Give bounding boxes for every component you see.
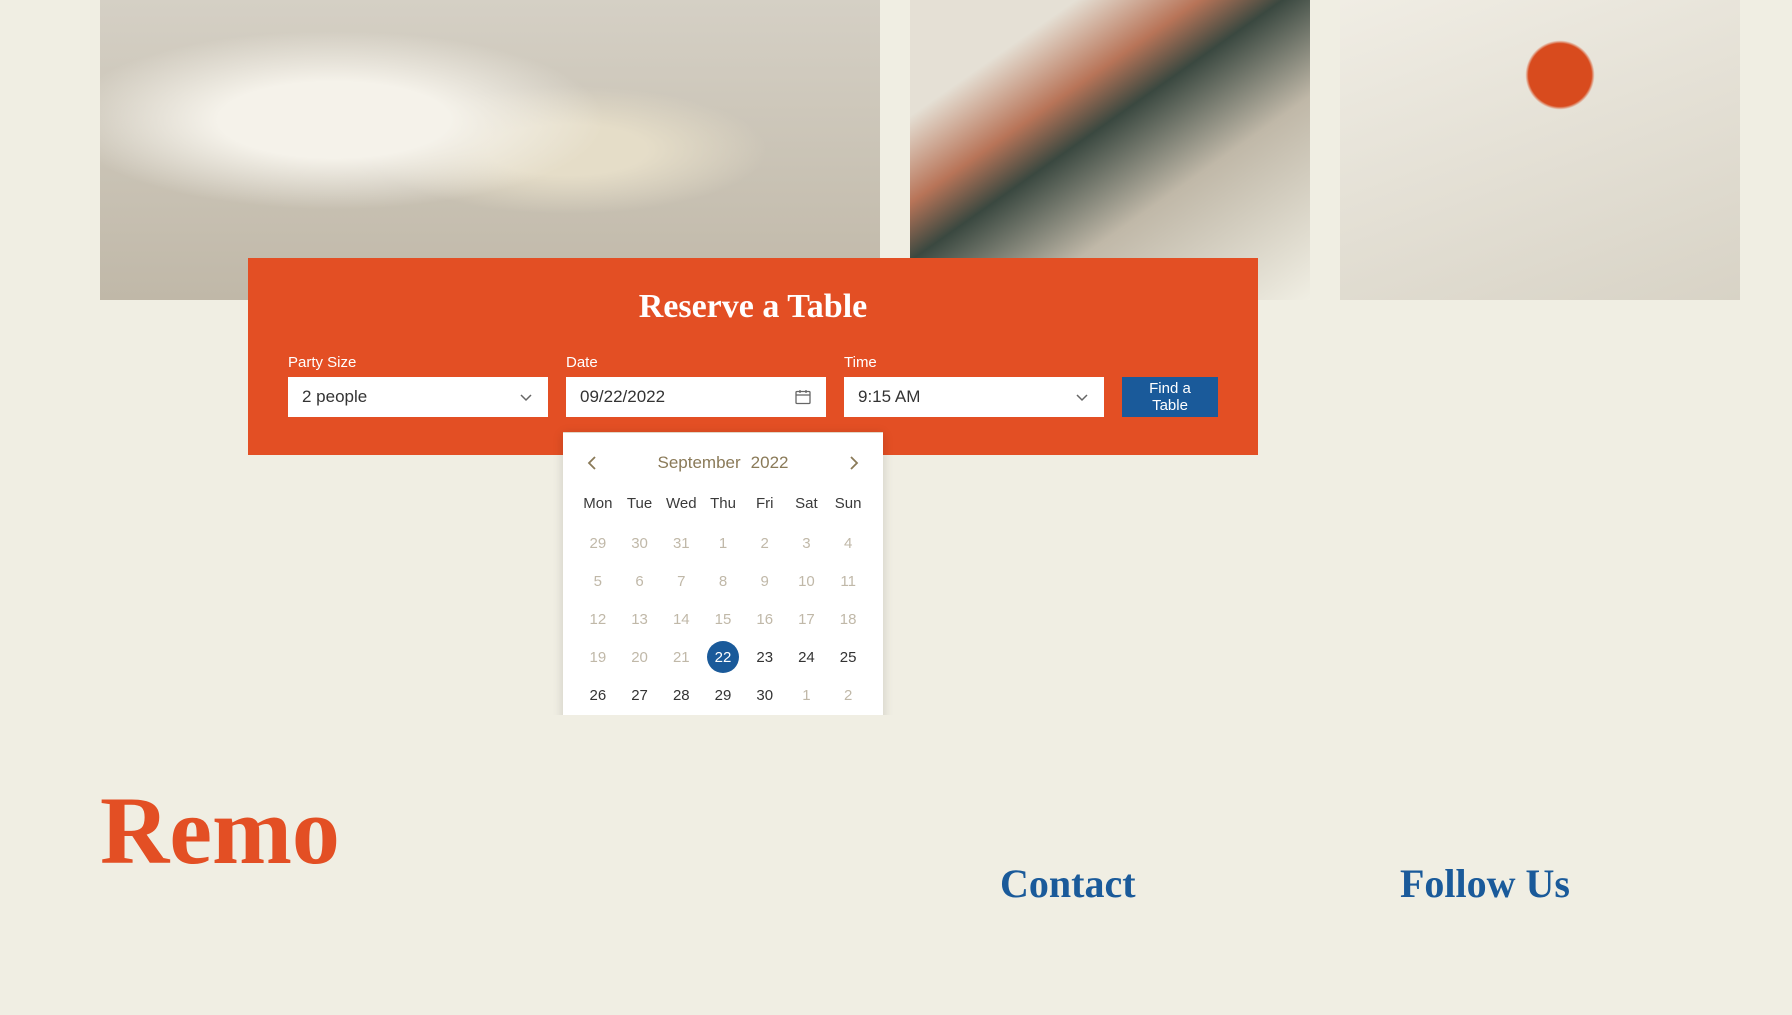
date-input[interactable]: 09/22/2022: [566, 377, 826, 417]
datepicker-day: 15: [702, 600, 744, 638]
time-value: 9:15 AM: [858, 387, 920, 407]
reserve-title: Reserve a Table: [288, 288, 1218, 326]
datepicker-day: 31: [660, 524, 702, 562]
datepicker-day[interactable]: 30: [744, 676, 786, 714]
datepicker-dow: Sat: [786, 487, 828, 524]
datepicker-day[interactable]: 29: [702, 676, 744, 714]
date-field: Date 09/22/2022: [566, 354, 826, 417]
datepicker-day: 13: [619, 600, 661, 638]
chevron-left-icon: [585, 455, 599, 471]
footer-contact-column: Contact: [1000, 860, 1400, 1015]
follow-heading: Follow Us: [1400, 860, 1570, 907]
datepicker-dow: Fri: [744, 487, 786, 524]
contact-heading: Contact: [1000, 860, 1400, 907]
chevron-right-icon: [847, 455, 861, 471]
datepicker-month-year: September 2022: [658, 453, 789, 473]
datepicker-day: 4: [827, 524, 869, 562]
chevron-down-icon: [1074, 389, 1090, 405]
date-value: 09/22/2022: [580, 387, 665, 407]
calendar-icon: [794, 388, 812, 406]
datepicker-day[interactable]: 25: [827, 638, 869, 676]
datepicker-day: 5: [577, 562, 619, 600]
gallery-image-cocktail: [1340, 0, 1740, 300]
time-select[interactable]: 9:15 AM: [844, 377, 1104, 417]
time-field: Time 9:15 AM: [844, 354, 1104, 417]
prev-month-button[interactable]: [585, 455, 599, 471]
datepicker-header: September 2022: [577, 453, 869, 487]
datepicker-day: 21: [660, 638, 702, 676]
datepicker-day: 30: [619, 524, 661, 562]
datepicker-day: 12: [577, 600, 619, 638]
gallery-image-fish: [910, 0, 1310, 300]
party-size-label: Party Size: [288, 354, 548, 371]
datepicker-day: 8: [702, 562, 744, 600]
datepicker-day: 9: [744, 562, 786, 600]
datepicker-day: 11: [827, 562, 869, 600]
gallery-image-oysters: [100, 0, 880, 300]
party-size-field: Party Size 2 people: [288, 354, 548, 417]
time-label: Time: [844, 354, 1104, 371]
datepicker-day: 6: [619, 562, 661, 600]
datepicker-dow: Tue: [619, 487, 661, 524]
datepicker-grid: MonTueWedThuFriSatSun2930311234567891011…: [577, 487, 869, 752]
datepicker-day: 16: [744, 600, 786, 638]
datepicker-dow: Thu: [702, 487, 744, 524]
footer-follow-column: Follow Us: [1400, 860, 1570, 1015]
party-size-value: 2 people: [302, 387, 367, 407]
datepicker-day: 14: [660, 600, 702, 638]
datepicker-month: September: [658, 453, 741, 473]
datepicker-day[interactable]: 27: [619, 676, 661, 714]
datepicker-year: 2022: [751, 453, 789, 473]
logo: Remo: [100, 775, 1000, 1015]
datepicker-day[interactable]: 26: [577, 676, 619, 714]
datepicker-day: 1: [786, 676, 828, 714]
datepicker-day: 3: [786, 524, 828, 562]
reserve-form-row: Party Size 2 people Date 09/22/2022 Time…: [288, 354, 1218, 417]
datepicker-day: 7: [660, 562, 702, 600]
datepicker-day-selected[interactable]: 22: [707, 641, 739, 673]
datepicker-day: 2: [744, 524, 786, 562]
datepicker-dow: Wed: [660, 487, 702, 524]
datepicker-dow: Mon: [577, 487, 619, 524]
datepicker-day: 20: [619, 638, 661, 676]
datepicker-day: 10: [786, 562, 828, 600]
datepicker-day: 2: [827, 676, 869, 714]
datepicker-day: 1: [702, 524, 744, 562]
reserve-panel: Reserve a Table Party Size 2 people Date…: [248, 258, 1258, 455]
footer: Remo Contact Follow Us: [0, 715, 1792, 1015]
next-month-button[interactable]: [847, 455, 861, 471]
datepicker-dow: Sun: [827, 487, 869, 524]
datepicker-day: 19: [577, 638, 619, 676]
party-size-select[interactable]: 2 people: [288, 377, 548, 417]
datepicker-day: 17: [786, 600, 828, 638]
find-table-button[interactable]: Find a Table: [1122, 377, 1218, 417]
datepicker-day[interactable]: 23: [744, 638, 786, 676]
datepicker-day[interactable]: 28: [660, 676, 702, 714]
chevron-down-icon: [518, 389, 534, 405]
date-label: Date: [566, 354, 826, 371]
datepicker-day: 29: [577, 524, 619, 562]
image-gallery: [0, 0, 1792, 300]
datepicker-day[interactable]: 24: [786, 638, 828, 676]
datepicker-day: 18: [827, 600, 869, 638]
